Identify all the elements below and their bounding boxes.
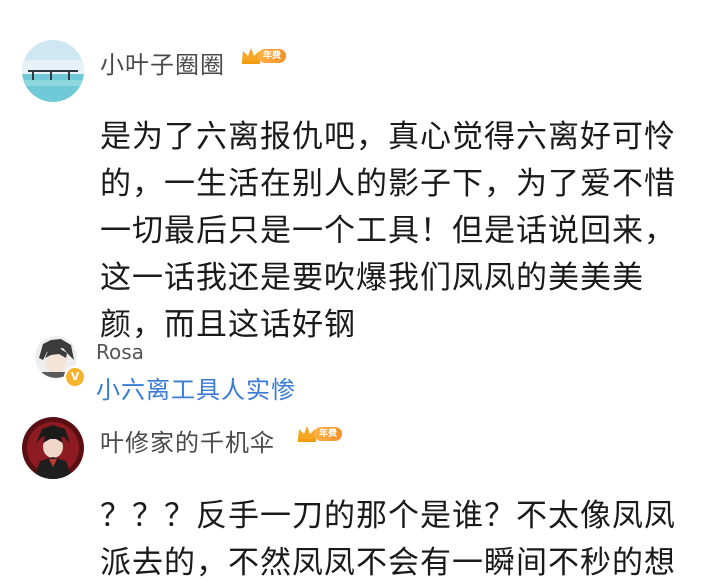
reply-text: 小六离工具人实惨 bbox=[96, 376, 296, 404]
annual-badge: 年费 bbox=[314, 427, 343, 441]
annual-badge: 年费 bbox=[258, 49, 287, 63]
avatar[interactable] bbox=[22, 417, 84, 479]
avatar-image bbox=[22, 40, 84, 102]
verified-badge: V bbox=[64, 366, 86, 388]
avatar-image bbox=[22, 417, 84, 479]
vip-badge: 年费 bbox=[296, 423, 343, 445]
comment-text: ？？？反手一刀的那个是谁？不太像凤凤派去的，不然凤凤不会有一瞬间不秒的想 bbox=[100, 498, 676, 581]
vip-badge: 年费 bbox=[240, 45, 287, 67]
reply-username[interactable]: Rosa bbox=[96, 340, 144, 364]
username[interactable]: 小叶子圈圈 bbox=[100, 45, 225, 80]
comment-text: 是为了六离报仇吧，真心觉得六离好可怜的，一生活在别人的影子下，为了爱不惜一切最后… bbox=[100, 119, 676, 343]
username[interactable]: 叶修家的千机伞 bbox=[100, 423, 275, 458]
avatar[interactable] bbox=[22, 40, 84, 102]
